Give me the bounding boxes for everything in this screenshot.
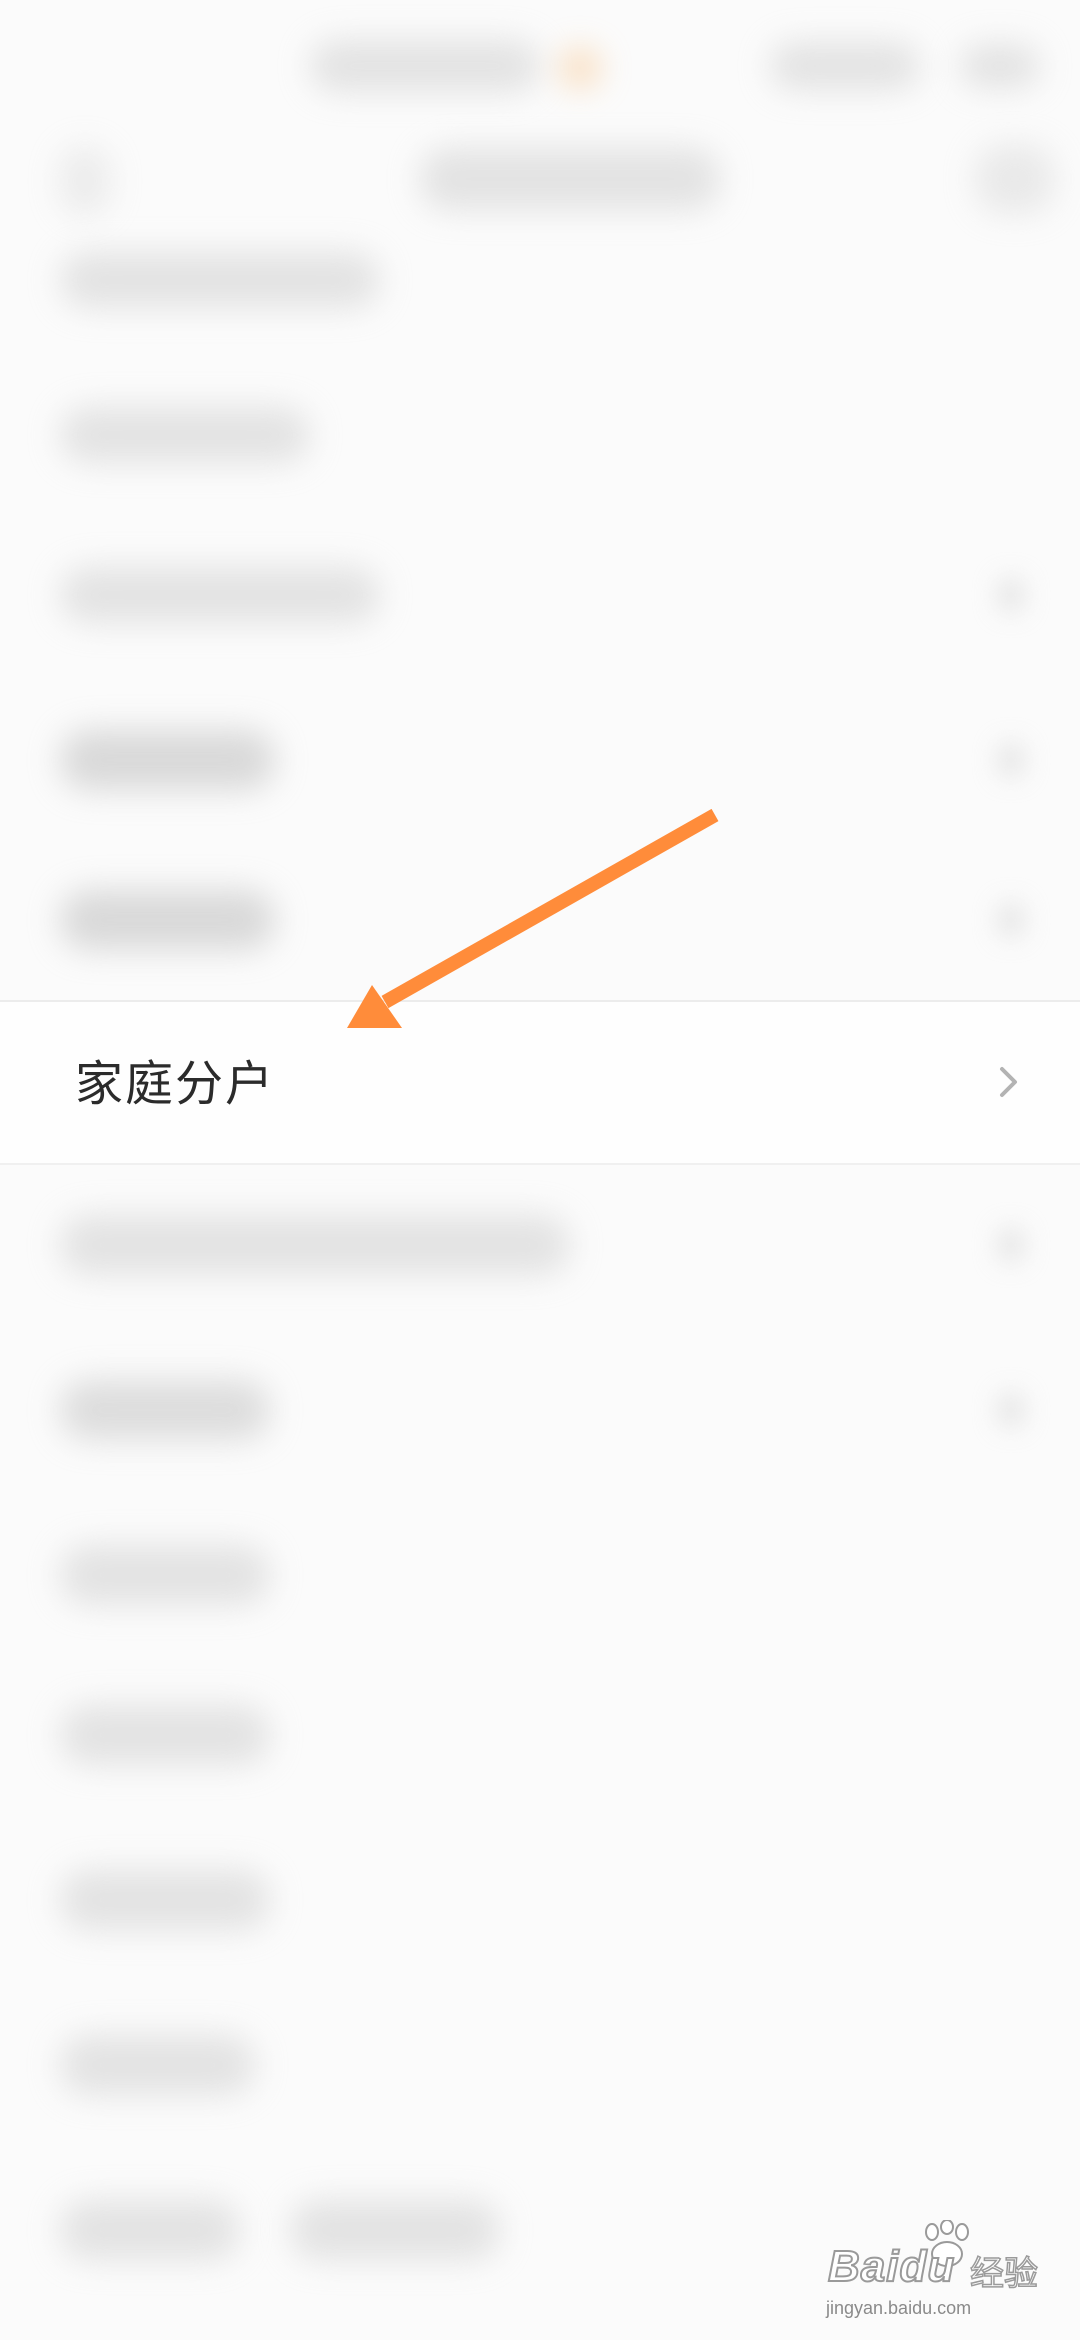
baidu-jingyan-watermark: Baidu 经验 jingyan.baidu.com	[820, 2220, 1060, 2320]
chevron-right-icon	[1000, 1067, 1017, 1097]
list-item[interactable]	[0, 515, 1080, 675]
app-screen: 家庭分户 Baidu 经验 jingyan.baidu.com	[0, 0, 1080, 2340]
settings-item-label: 家庭分户	[75, 1056, 276, 1112]
list-item[interactable]	[0, 1495, 1080, 1655]
watermark-brand: Baidu	[827, 2241, 956, 2292]
watermark-cn-text: 经验	[969, 2253, 1039, 2295]
list-item[interactable]	[0, 200, 1080, 360]
settings-item-household-split[interactable]: 家庭分户	[0, 1000, 1080, 1165]
list-item[interactable]	[0, 1655, 1080, 1815]
blurred-background	[0, 0, 1080, 2340]
watermark-url: jingyan.baidu.com	[826, 2298, 972, 2318]
list-item[interactable]	[0, 1985, 1080, 2145]
list-item[interactable]	[0, 1820, 1080, 1980]
list-item[interactable]	[0, 355, 1080, 515]
list-item[interactable]	[0, 1165, 1080, 1325]
list-item[interactable]	[0, 680, 1080, 840]
list-item[interactable]	[0, 840, 1080, 1000]
list-item[interactable]	[0, 1330, 1080, 1490]
status-bar	[0, 0, 1080, 120]
